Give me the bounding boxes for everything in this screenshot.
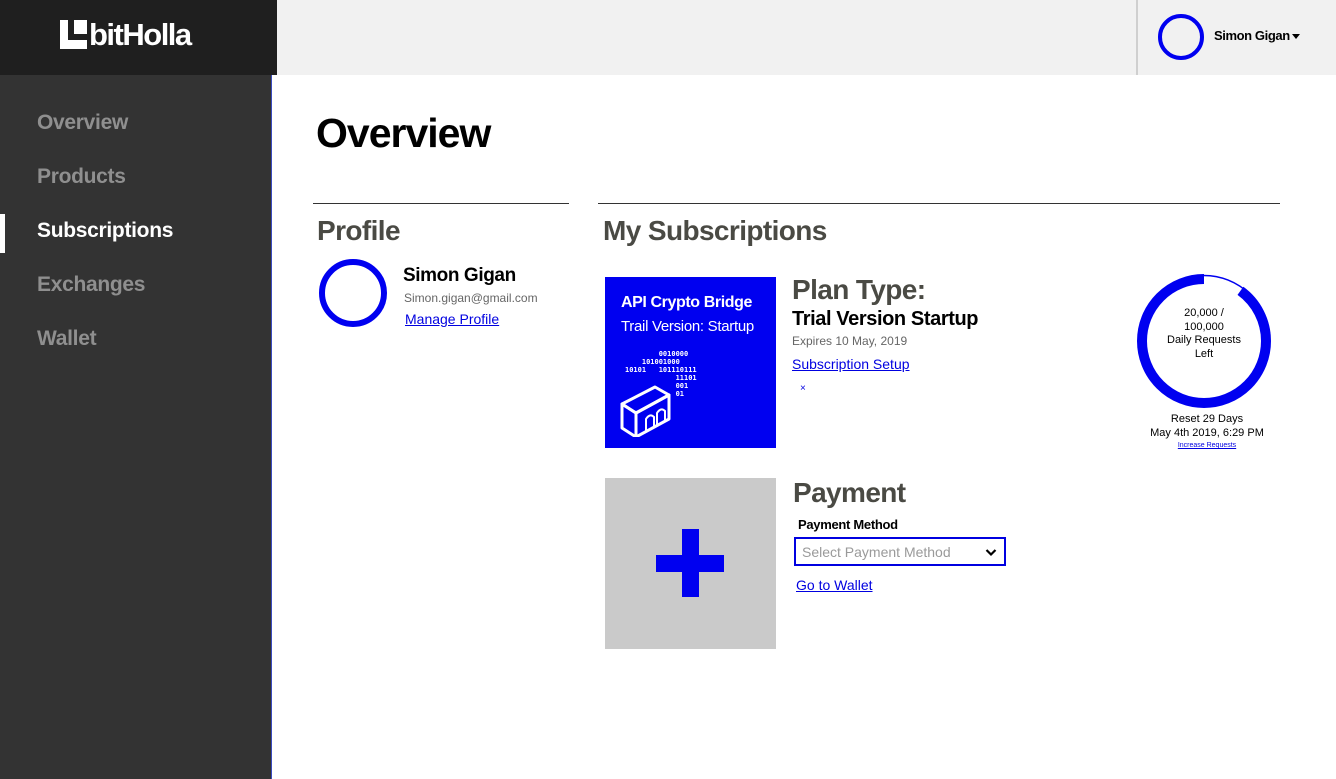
payment-title: Payment (793, 477, 906, 508)
profile-section-title: Profile (317, 215, 401, 246)
bitholla-logo[interactable]: bitHolla (60, 17, 192, 52)
profile-name: Simon Gigan (403, 265, 516, 286)
subscription-setup-link[interactable]: Subscription Setup (792, 356, 910, 372)
gauge-caption-left: Left (1194, 347, 1214, 360)
increase-requests-link[interactable]: Increase Requests (1178, 442, 1236, 449)
add-payment-card-button[interactable] (605, 478, 776, 649)
sidebar-item-exchanges[interactable]: Exchanges (0, 258, 272, 312)
profile-divider (313, 203, 569, 204)
user-menu[interactable]: Simon Gigan (1136, 0, 1336, 75)
page-title: Overview (316, 110, 491, 156)
logo-bar: bitHolla (0, 0, 277, 75)
profile-avatar (319, 259, 387, 327)
sidebar: Overview Products Subscriptions Exchange… (0, 0, 272, 779)
reset-datetime: May 4th 2019, 6:29 PM (1150, 427, 1264, 439)
reset-days: Reset 29 Days (1170, 413, 1244, 425)
gauge-remaining: 20,000 / (1184, 307, 1224, 319)
gauge-label: 20,000 / 100,000 Daily Requests Left (1137, 307, 1271, 361)
plan-type-value: Trial Version Startup (792, 308, 979, 330)
gauge-total: 100,000 (1184, 320, 1224, 333)
user-name: Simon Gigan (1214, 28, 1290, 43)
product-code-art: 0010000 101001000 10101 101110111 11101 … (625, 350, 697, 398)
caret-down-icon (1291, 34, 1300, 40)
product-card-api-crypto-bridge[interactable]: API Crypto Bridge Trail Version: Startup… (605, 277, 776, 448)
sidebar-item-overview[interactable]: Overview (0, 96, 272, 150)
go-to-wallet-link[interactable]: Go to Wallet (796, 577, 873, 593)
sidebar-item-wallet[interactable]: Wallet (0, 312, 272, 366)
plan-expiry: Expires 10 May, 2019 (792, 334, 908, 348)
user-menu-toggle[interactable]: Simon Gigan (1214, 28, 1300, 43)
gauge-caption: Daily Requests (1167, 334, 1241, 346)
product-title: API Crypto Bridge (621, 294, 752, 311)
bitholla-logo-icon (60, 20, 87, 49)
manage-profile-link[interactable]: Manage Profile (405, 311, 499, 327)
logo-text: bitHolla (89, 17, 192, 52)
sidebar-item-subscriptions[interactable]: Subscriptions (0, 204, 272, 258)
subscriptions-section-title: My Subscriptions (603, 215, 827, 246)
sidebar-nav: Overview Products Subscriptions Exchange… (0, 96, 272, 366)
payment-method-select[interactable]: Select Payment Method (794, 537, 1006, 566)
chevron-down-icon (985, 549, 997, 557)
close-icon[interactable]: × (800, 383, 806, 394)
avatar[interactable] (1158, 14, 1204, 60)
profile-email: Simon.gigan@gmail.com (404, 291, 538, 305)
reset-info: Reset 29 Days May 4th 2019, 6:29 PM (1137, 412, 1277, 440)
plan-type-label: Plan Type: (792, 274, 926, 305)
sidebar-item-products[interactable]: Products (0, 150, 272, 204)
product-subtitle: Trail Version: Startup (621, 318, 754, 335)
increase-requests-wrap: Increase Requests (1137, 442, 1277, 449)
payment-method-label: Payment Method (798, 517, 898, 532)
plus-icon-bar (656, 555, 724, 572)
payment-method-placeholder: Select Payment Method (802, 544, 951, 560)
subscriptions-divider (598, 203, 1280, 204)
